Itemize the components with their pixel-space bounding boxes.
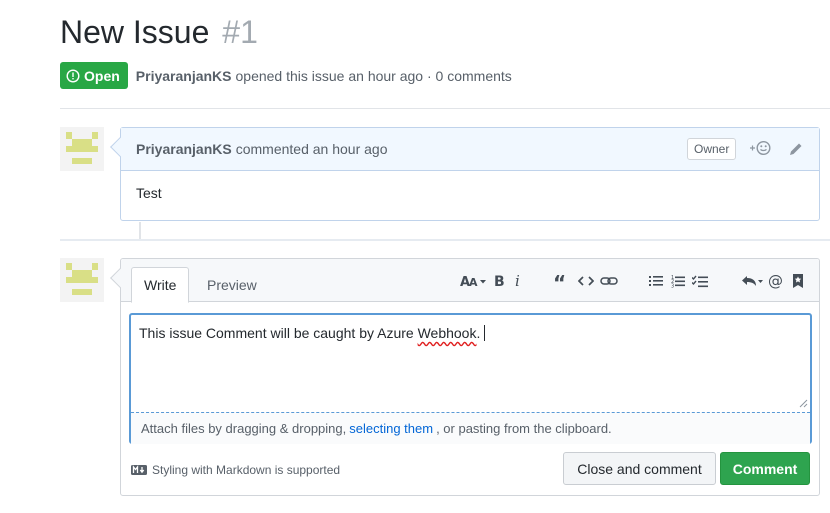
timeline-line (139, 222, 141, 239)
bold-icon[interactable]: B (493, 271, 507, 291)
comment-textarea-content[interactable]: This issue Comment will be caught by Azu… (131, 315, 810, 412)
header-text-icon[interactable]: AA (459, 271, 489, 291)
tab-preview[interactable]: Preview (195, 267, 269, 303)
comment-text-after: . (476, 325, 481, 341)
owner-badge: Owner (687, 138, 737, 160)
text-cursor (484, 325, 486, 341)
link-icon[interactable] (599, 271, 619, 291)
issue-title: New Issue #1 (60, 14, 258, 51)
svg-text:B: B (494, 274, 505, 288)
divider (60, 108, 830, 109)
timeline-divider (60, 239, 830, 241)
reply-icon[interactable] (741, 271, 765, 291)
issue-number: #1 (222, 14, 258, 50)
markdown-icon (131, 465, 147, 475)
avatar[interactable] (60, 258, 104, 302)
comment-header: PriyaranjanKS commented an hour ago Owne… (110, 128, 819, 171)
comment-caret (110, 137, 130, 157)
editor-caret (110, 268, 130, 288)
add-reaction-button[interactable] (749, 140, 771, 156)
editor-tabbar: Write Preview AA B i “ 123 @ (110, 259, 819, 303)
ordered-list-icon[interactable]: 123 (670, 271, 686, 291)
smiley-icon (750, 140, 771, 156)
comment-body: Test (136, 185, 162, 201)
new-comment-form: Write Preview AA B i “ 123 @ This issue … (110, 258, 820, 496)
comment-button[interactable]: Comment (720, 452, 810, 485)
avatar[interactable] (60, 127, 104, 171)
italic-icon[interactable]: i (513, 271, 525, 291)
comment-timestamp[interactable]: commented an hour ago (236, 141, 388, 157)
markdown-note-text: Styling with Markdown is supported (152, 463, 341, 477)
issue-author-link[interactable]: PriyaranjanKS (136, 68, 232, 84)
mention-icon[interactable]: @ (768, 271, 784, 291)
unordered-list-icon[interactable] (648, 271, 664, 291)
markdown-note[interactable]: Styling with Markdown is supported (131, 463, 340, 477)
task-list-icon[interactable] (691, 271, 709, 291)
issue-meta: Open PriyaranjanKS opened this issue an … (60, 62, 512, 89)
svg-text:A: A (469, 276, 478, 288)
file-attach-area[interactable]: Attach files by dragging & dropping, sel… (131, 412, 810, 444)
status-badge: Open (60, 62, 128, 89)
comment-text-before: This issue Comment will be caught by Azu… (139, 325, 418, 341)
attach-prefix: Attach files by dragging & dropping, (141, 421, 347, 436)
saved-replies-icon[interactable] (791, 271, 805, 291)
svg-text:“: “ (553, 274, 566, 288)
issue-title-text: New Issue (60, 14, 210, 50)
issue-meta-text: opened this issue an hour ago · 0 commen… (235, 67, 512, 84)
attach-suffix: , or pasting from the clipboard. (436, 421, 612, 436)
svg-text:@: @ (768, 273, 783, 289)
comment-textarea[interactable]: This issue Comment will be caught by Azu… (129, 313, 812, 444)
status-label: Open (84, 67, 120, 84)
issue-opened-icon (66, 68, 80, 83)
resize-grip-icon[interactable] (799, 399, 808, 408)
tab-write[interactable]: Write (131, 267, 190, 303)
close-and-comment-button[interactable]: Close and comment (563, 452, 716, 485)
misspelled-word: Webhook (417, 325, 477, 341)
quote-icon[interactable]: “ (553, 271, 569, 291)
svg-text:3: 3 (671, 283, 674, 288)
code-icon[interactable] (577, 271, 595, 291)
edit-comment-button[interactable] (789, 142, 803, 156)
select-files-link[interactable]: selecting them (349, 421, 433, 436)
comment-author-link[interactable]: PriyaranjanKS (136, 141, 232, 157)
svg-text:i: i (515, 274, 520, 288)
comment-box: PriyaranjanKS commented an hour ago Owne… (110, 127, 820, 221)
pencil-icon (790, 143, 802, 155)
